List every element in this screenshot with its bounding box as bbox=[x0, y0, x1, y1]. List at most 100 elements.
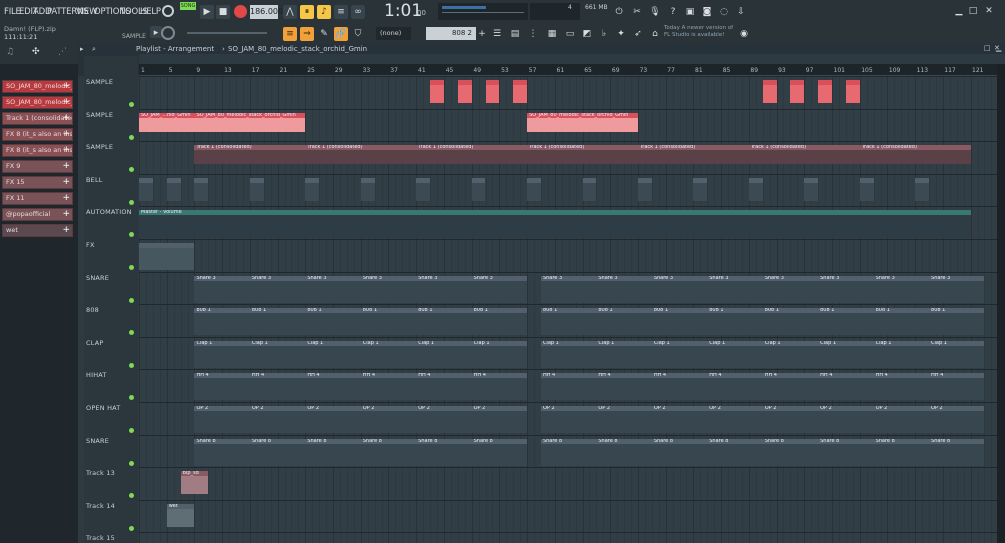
track-label[interactable]: Track 13 bbox=[86, 469, 115, 477]
clip-body[interactable] bbox=[540, 313, 597, 336]
clip-body[interactable] bbox=[873, 443, 930, 466]
timeline-ruler[interactable]: 1 5 9 13 17 21 25 29 33 37 41 45 49 53 57 61 65 69 73 77 81 8… bbox=[139, 64, 997, 76]
clip-body[interactable] bbox=[194, 182, 209, 201]
picker-item[interactable]: FX 8 (it_s also an ins... + bbox=[2, 128, 73, 141]
clip-body[interactable] bbox=[790, 85, 805, 103]
clip-body[interactable] bbox=[194, 150, 306, 165]
clip-body[interactable] bbox=[818, 313, 874, 336]
clip-body[interactable] bbox=[305, 280, 361, 303]
clip-body[interactable] bbox=[845, 85, 860, 103]
clip-body[interactable] bbox=[596, 411, 652, 433]
clip-body[interactable] bbox=[194, 313, 250, 336]
clip-body[interactable] bbox=[762, 280, 819, 303]
metronome-icon[interactable]: ⋀ bbox=[283, 5, 297, 19]
clip-body[interactable] bbox=[249, 313, 306, 336]
clip-body[interactable] bbox=[762, 443, 819, 466]
clip-body[interactable] bbox=[457, 85, 472, 103]
clip-body[interactable] bbox=[166, 182, 181, 201]
clip-body[interactable] bbox=[707, 411, 763, 433]
play-icon[interactable]: ▶ bbox=[200, 5, 214, 19]
main-slider[interactable] bbox=[187, 32, 267, 34]
clip-body[interactable] bbox=[693, 182, 708, 201]
clip-body[interactable] bbox=[360, 378, 417, 401]
clip-body[interactable] bbox=[139, 248, 195, 270]
picker-item[interactable]: FX 11 + bbox=[2, 192, 73, 205]
help-icon[interactable]: ? bbox=[666, 5, 680, 19]
clip-body[interactable] bbox=[651, 443, 708, 466]
clip-body[interactable] bbox=[305, 378, 361, 401]
picker-mode-icon[interactable]: ✣ bbox=[32, 47, 40, 57]
clip-body[interactable] bbox=[471, 345, 528, 368]
track-label[interactable]: Track 14 bbox=[86, 502, 115, 510]
track-label[interactable]: HIHAT bbox=[86, 371, 107, 379]
clip-body[interactable] bbox=[416, 345, 472, 368]
song-mode-label[interactable]: SONG bbox=[180, 2, 196, 10]
clip-body[interactable] bbox=[707, 313, 763, 336]
master-pitch-bar[interactable] bbox=[442, 12, 524, 13]
clip-body[interactable] bbox=[651, 378, 708, 401]
clip-body[interactable] bbox=[651, 280, 708, 303]
track-mute-led[interactable] bbox=[129, 297, 134, 303]
clip-body[interactable] bbox=[804, 182, 819, 201]
clip-body[interactable] bbox=[582, 182, 597, 201]
track-mute-led[interactable] bbox=[129, 493, 134, 499]
panic-icon[interactable]: ⏻ bbox=[612, 5, 626, 19]
pattern-picker-icon[interactable]: ♫ bbox=[6, 47, 14, 57]
clip-body[interactable] bbox=[485, 85, 500, 103]
clip-body[interactable] bbox=[139, 215, 971, 238]
clip-body[interactable] bbox=[651, 411, 708, 433]
clip-body[interactable] bbox=[540, 345, 597, 368]
tools-icon[interactable]: ✂ bbox=[630, 5, 644, 19]
clip-body[interactable] bbox=[166, 508, 195, 527]
channel-rack-icon[interactable]: ▤ bbox=[508, 27, 522, 41]
record-icon[interactable] bbox=[234, 5, 247, 18]
arrow-icon[interactable]: ⇒ bbox=[300, 27, 314, 41]
clip-body[interactable] bbox=[873, 313, 930, 336]
clip-body[interactable] bbox=[540, 378, 597, 401]
clip-body[interactable] bbox=[305, 345, 361, 368]
clip-body[interactable] bbox=[471, 280, 528, 303]
clip-body[interactable] bbox=[416, 443, 472, 466]
track-label[interactable]: OPEN HAT bbox=[86, 404, 120, 412]
link-icon[interactable]: 🔗 bbox=[334, 27, 348, 41]
track-label[interactable]: SNARE bbox=[86, 274, 109, 282]
clip-body[interactable] bbox=[929, 313, 985, 336]
picker-item[interactable]: FX 9 + bbox=[2, 160, 73, 173]
clip-body[interactable] bbox=[139, 182, 153, 201]
clip-body[interactable] bbox=[818, 411, 874, 433]
clip-body[interactable] bbox=[471, 313, 528, 336]
clip-body[interactable] bbox=[651, 345, 708, 368]
add-pattern-icon[interactable]: + bbox=[477, 27, 487, 41]
clip-body[interactable] bbox=[249, 345, 306, 368]
clip-body[interactable] bbox=[540, 280, 597, 303]
cut-icon[interactable]: ➶ bbox=[631, 27, 645, 41]
clip-body[interactable] bbox=[651, 313, 708, 336]
clip-body[interactable] bbox=[194, 280, 250, 303]
track-mute-led[interactable] bbox=[129, 199, 134, 205]
clip-body[interactable] bbox=[596, 443, 652, 466]
clip-body[interactable] bbox=[360, 280, 417, 303]
wand-icon[interactable]: ✦ bbox=[614, 27, 628, 41]
tempo-display[interactable]: 186.000 bbox=[250, 5, 283, 19]
clip-body[interactable] bbox=[818, 443, 874, 466]
clip-body[interactable] bbox=[416, 280, 472, 303]
minimize-icon[interactable]: ▁ bbox=[954, 4, 964, 18]
track-label[interactable]: CLAP bbox=[86, 339, 103, 347]
playlist-icon[interactable]: ☰ bbox=[490, 27, 504, 41]
clip-body[interactable] bbox=[762, 411, 819, 433]
main-knob[interactable] bbox=[161, 26, 175, 40]
clip-body[interactable] bbox=[194, 443, 250, 466]
clip-body[interactable] bbox=[707, 443, 763, 466]
store-icon[interactable]: ⌂ bbox=[648, 27, 662, 41]
clip-body[interactable] bbox=[527, 182, 541, 201]
piano-roll-icon[interactable]: ▦ bbox=[545, 27, 559, 41]
playlist-menu-icon[interactable]: ⌕ bbox=[92, 45, 96, 54]
clip-body[interactable] bbox=[637, 150, 749, 165]
chat-icon[interactable]: ◌ bbox=[717, 5, 731, 19]
pattern-selector[interactable]: 808 2 bbox=[426, 27, 476, 40]
clip-body[interactable] bbox=[360, 443, 417, 466]
loop-record-icon[interactable]: ∞ bbox=[351, 5, 365, 19]
clip-body[interactable] bbox=[748, 182, 763, 201]
paint-icon[interactable]: ✎ bbox=[317, 27, 331, 41]
clip-body[interactable] bbox=[471, 182, 486, 201]
